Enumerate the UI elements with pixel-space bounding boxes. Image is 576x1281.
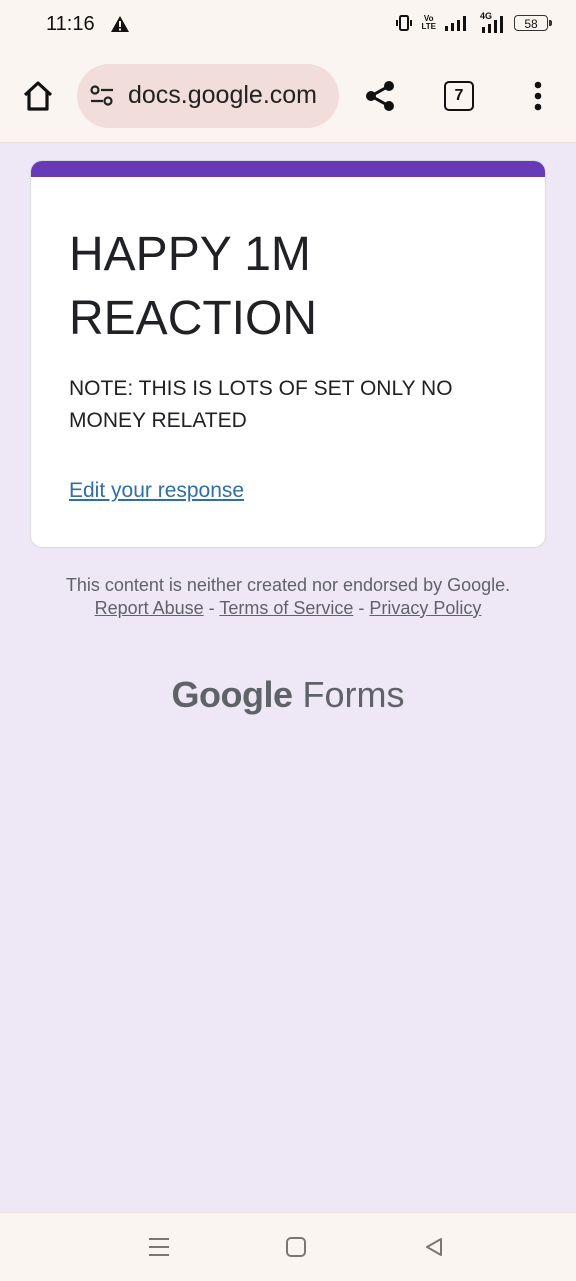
system-home-button[interactable]	[282, 1233, 310, 1261]
footer-separator: -	[353, 598, 370, 618]
form-card: HAPPY 1M REACTION NOTE: THIS IS LOTS OF …	[30, 160, 546, 548]
form-description: NOTE: THIS IS LOTS OF SET ONLY NO MONEY …	[69, 377, 453, 432]
share-button[interactable]	[360, 76, 400, 116]
vibrate-icon	[396, 15, 413, 31]
logo-forms: Forms	[302, 674, 405, 715]
menu-icon	[149, 1238, 169, 1256]
home-icon	[23, 81, 53, 111]
status-icons: Vo LTE 4G 58	[395, 11, 552, 33]
report-abuse-link[interactable]: Report Abuse	[95, 598, 204, 618]
disclaimer-text: This content is neither created nor endo…	[65, 575, 511, 595]
square-icon	[286, 1237, 306, 1257]
browser-toolbar: docs.google.com 7	[0, 52, 576, 140]
site-settings-icon	[90, 85, 113, 106]
signal-icon	[445, 16, 466, 31]
more-vert-icon	[534, 81, 542, 111]
warning-icon	[111, 16, 129, 32]
url-text: docs.google.com	[128, 81, 318, 109]
logo-google: Google	[171, 674, 293, 715]
recent-apps-button[interactable]	[145, 1233, 173, 1261]
home-button[interactable]	[18, 76, 58, 116]
footer-disclaimer: This content is neither created nor endo…	[60, 574, 516, 620]
battery-icon: 58	[514, 15, 552, 31]
address-bar[interactable]: docs.google.com	[77, 64, 339, 128]
back-triangle-icon	[426, 1238, 442, 1256]
footer-separator: -	[203, 598, 220, 618]
system-nav-bar	[0, 1212, 576, 1281]
status-bar: 11:16 Vo LTE 4G 58	[0, 0, 576, 52]
edit-response-link[interactable]: Edit your response	[69, 479, 244, 503]
share-icon	[366, 81, 394, 111]
network-type: 4G	[480, 11, 493, 21]
google-forms-logo[interactable]: Google Forms	[0, 674, 576, 716]
card-accent-bar	[31, 161, 545, 177]
tab-switcher-button[interactable]: 7	[441, 78, 477, 114]
tab-count: 7	[444, 81, 474, 111]
network-4g-icon: 4G	[476, 11, 506, 33]
terms-link[interactable]: Terms of Service	[219, 598, 353, 618]
form-title: HAPPY 1M REACTION	[69, 228, 318, 345]
system-back-button[interactable]	[420, 1233, 448, 1261]
more-menu-button[interactable]	[520, 76, 556, 116]
privacy-link[interactable]: Privacy Policy	[369, 598, 481, 618]
battery-level: 58	[524, 17, 538, 31]
volte-icon: Vo LTE	[421, 14, 436, 31]
browser-chrome: 11:16 Vo LTE 4G 58 docs.google.com 7	[0, 0, 576, 143]
status-time: 11:16	[46, 13, 95, 35]
